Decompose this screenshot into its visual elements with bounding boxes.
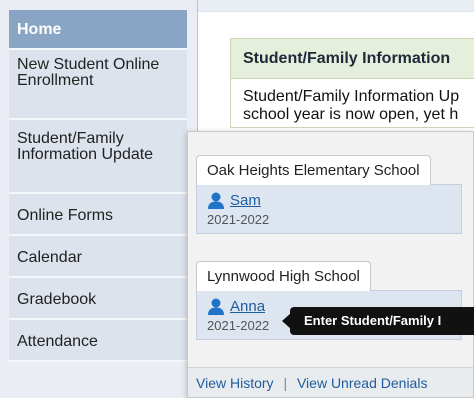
popover-footer-links: View History | View Unread Denials	[188, 367, 473, 397]
sidebar-item-calendar[interactable]: Calendar	[9, 236, 187, 278]
sidebar-item-gradebook[interactable]: Gradebook	[9, 278, 187, 320]
sidebar: Home New Student Online Enrollment Stude…	[0, 0, 198, 398]
link-separator: |	[283, 375, 288, 391]
info-panel-line-1: Student/Family Information Up	[243, 88, 460, 105]
person-icon	[208, 298, 224, 315]
student-name-link[interactable]: Sam	[230, 192, 261, 209]
school-name-tab: Lynnwood High School	[196, 261, 371, 291]
sidebar-nav: Home New Student Online Enrollment Stude…	[9, 10, 187, 362]
school-name-tab: Oak Heights Elementary School	[196, 155, 431, 185]
person-icon	[208, 192, 224, 209]
info-panel-line-2: school year is now open, yet h	[243, 106, 459, 123]
tooltip: Enter Student/Family I	[290, 307, 474, 335]
sidebar-item-online-forms[interactable]: Online Forms	[9, 194, 187, 236]
sidebar-item-attendance[interactable]: Attendance	[9, 320, 187, 362]
view-history-link[interactable]: View History	[196, 375, 274, 391]
view-unread-denials-link[interactable]: View Unread Denials	[297, 375, 427, 391]
student-select-popover: Oak Heights Elementary School Sam 2021-2…	[187, 131, 474, 398]
student-entry[interactable]: Sam 2021-2022	[196, 184, 462, 234]
student-name-link[interactable]: Anna	[230, 298, 265, 315]
school-card: Oak Heights Elementary School Sam 2021-2…	[196, 154, 462, 234]
student-school-year: 2021-2022	[207, 212, 270, 227]
info-panel-body: Student/Family Information Up school yea…	[231, 79, 474, 133]
sidebar-item-home[interactable]: Home	[9, 10, 187, 50]
info-panel: Student/Family Information Student/Famil…	[230, 38, 474, 128]
sidebar-item-student-family-information-update[interactable]: Student/Family Information Update	[9, 120, 187, 194]
page-top-strip	[198, 0, 474, 12]
sidebar-item-new-student-online-enrollment[interactable]: New Student Online Enrollment	[9, 50, 187, 120]
info-panel-title: Student/Family Information	[231, 39, 474, 79]
